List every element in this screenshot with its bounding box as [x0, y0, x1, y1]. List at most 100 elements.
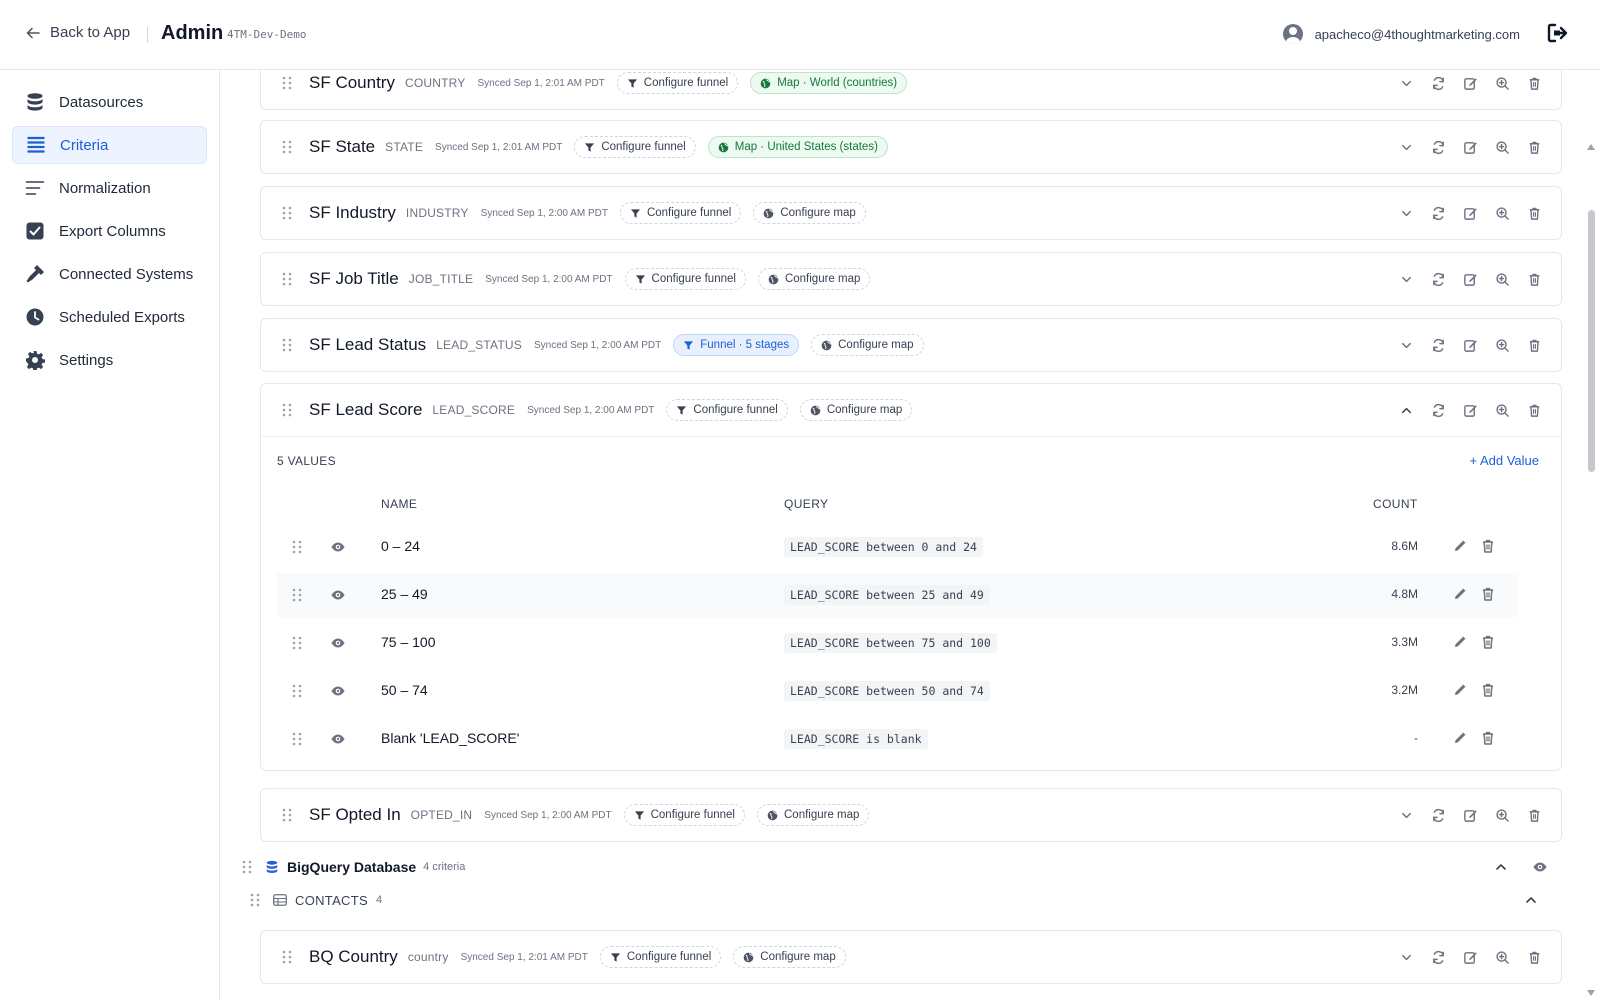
- criterion-header[interactable]: BQ Country country Synced Sep 1, 2:01 AM…: [261, 931, 1561, 983]
- expand-button[interactable]: [1397, 336, 1415, 354]
- sync-button[interactable]: [1429, 270, 1447, 288]
- map-config-button[interactable]: Map · World (countries): [750, 72, 908, 94]
- pencil-icon[interactable]: [1452, 538, 1468, 554]
- eye-icon[interactable]: [1531, 859, 1549, 875]
- sync-button[interactable]: [1429, 74, 1447, 92]
- preview-button[interactable]: [1493, 806, 1511, 824]
- drag-handle-icon[interactable]: [291, 732, 303, 746]
- sidebar-item-datasources[interactable]: Datasources: [12, 83, 207, 121]
- criterion-header[interactable]: SF Country COUNTRY Synced Sep 1, 2:01 AM…: [261, 70, 1561, 109]
- scroll-down-arrow-icon[interactable]: [1586, 988, 1596, 998]
- criterion-header[interactable]: SF Opted In OPTED_IN Synced Sep 1, 2:00 …: [261, 789, 1561, 841]
- sync-button[interactable]: [1429, 948, 1447, 966]
- delete-criterion-button[interactable]: [1525, 74, 1543, 92]
- criterion-header[interactable]: SF Job Title JOB_TITLE Synced Sep 1, 2:0…: [261, 253, 1561, 305]
- table-row[interactable]: Blank 'LEAD_SCORE' LEAD_SCORE is blank -: [277, 717, 1518, 761]
- preview-button[interactable]: [1493, 270, 1511, 288]
- trash-icon[interactable]: [1480, 634, 1496, 650]
- configure-funnel-button[interactable]: Configure funnel: [619, 202, 742, 224]
- drag-handle-icon[interactable]: [281, 206, 293, 220]
- edit-criterion-button[interactable]: [1461, 138, 1479, 156]
- sidebar-item-settings[interactable]: Settings: [12, 341, 207, 379]
- pencil-icon[interactable]: [1452, 586, 1468, 602]
- drag-handle-icon[interactable]: [291, 588, 303, 602]
- preview-button[interactable]: [1493, 401, 1511, 419]
- edit-criterion-button[interactable]: [1461, 948, 1479, 966]
- preview-button[interactable]: [1493, 948, 1511, 966]
- configure-map-button[interactable]: Configure map: [799, 399, 913, 421]
- delete-criterion-button[interactable]: [1525, 204, 1543, 222]
- preview-button[interactable]: [1493, 138, 1511, 156]
- sidebar-item-scheduled-exports[interactable]: Scheduled Exports: [12, 298, 207, 336]
- eye-icon[interactable]: [330, 587, 346, 603]
- edit-criterion-button[interactable]: [1461, 401, 1479, 419]
- table-row[interactable]: 0 – 24 LEAD_SCORE between 0 and 24 8.6M: [277, 525, 1518, 569]
- edit-criterion-button[interactable]: [1461, 204, 1479, 222]
- drag-handle-icon[interactable]: [281, 950, 293, 964]
- trash-icon[interactable]: [1480, 682, 1496, 698]
- trash-icon[interactable]: [1480, 538, 1496, 554]
- expand-button[interactable]: [1397, 138, 1415, 156]
- sync-button[interactable]: [1429, 336, 1447, 354]
- preview-button[interactable]: [1493, 74, 1511, 92]
- pencil-icon[interactable]: [1452, 730, 1468, 746]
- delete-criterion-button[interactable]: [1525, 336, 1543, 354]
- criterion-header[interactable]: SF Industry INDUSTRY Synced Sep 1, 2:00 …: [261, 187, 1561, 239]
- eye-icon[interactable]: [330, 683, 346, 699]
- sync-button[interactable]: [1429, 401, 1447, 419]
- sidebar-item-criteria[interactable]: Criteria: [12, 126, 207, 164]
- chevron-up-icon[interactable]: [1493, 859, 1509, 875]
- sidebar-item-normalization[interactable]: Normalization: [12, 169, 207, 207]
- configure-funnel-button[interactable]: Configure funnel: [574, 136, 696, 158]
- scrollbar-thumb[interactable]: [1588, 210, 1595, 472]
- configure-funnel-button[interactable]: Configure funnel: [623, 804, 745, 826]
- drag-handle-icon[interactable]: [249, 893, 261, 907]
- configure-funnel-button[interactable]: Configure funnel: [624, 268, 746, 290]
- configure-map-button[interactable]: Configure map: [757, 268, 871, 290]
- expand-button[interactable]: [1397, 270, 1415, 288]
- drag-handle-icon[interactable]: [281, 403, 293, 417]
- preview-button[interactable]: [1493, 204, 1511, 222]
- drag-handle-icon[interactable]: [281, 338, 293, 352]
- sync-button[interactable]: [1429, 138, 1447, 156]
- datasource-group-header[interactable]: BigQuery Database 4 criteria: [241, 852, 1571, 882]
- configure-map-button[interactable]: Configure map: [757, 804, 870, 826]
- sync-button[interactable]: [1429, 204, 1447, 222]
- edit-criterion-button[interactable]: [1461, 336, 1479, 354]
- configure-funnel-button[interactable]: Configure funnel: [616, 72, 739, 94]
- add-value-button[interactable]: + Add Value: [1469, 453, 1539, 468]
- drag-handle-icon[interactable]: [281, 76, 293, 90]
- back-to-app-link[interactable]: Back to App: [26, 24, 130, 41]
- user-menu[interactable]: apacheco@4thoughtmarketing.com: [1282, 24, 1520, 44]
- trash-icon[interactable]: [1480, 730, 1496, 746]
- criterion-header[interactable]: SF Lead Status LEAD_STATUS Synced Sep 1,…: [261, 319, 1561, 371]
- eye-icon[interactable]: [330, 731, 346, 747]
- drag-handle-icon[interactable]: [281, 272, 293, 286]
- expand-button[interactable]: [1397, 204, 1415, 222]
- configure-funnel-button[interactable]: Configure funnel: [666, 399, 788, 421]
- trash-icon[interactable]: [1480, 586, 1496, 602]
- delete-criterion-button[interactable]: [1525, 401, 1543, 419]
- drag-handle-icon[interactable]: [241, 860, 253, 874]
- edit-criterion-button[interactable]: [1461, 806, 1479, 824]
- chevron-up-icon[interactable]: [1523, 892, 1539, 908]
- delete-criterion-button[interactable]: [1525, 270, 1543, 288]
- edit-criterion-button[interactable]: [1461, 270, 1479, 288]
- funnel-config-button[interactable]: Funnel · 5 stages: [673, 334, 800, 356]
- criterion-header[interactable]: SF State STATE Synced Sep 1, 2:01 AM PDT…: [261, 121, 1561, 173]
- sync-button[interactable]: [1429, 806, 1447, 824]
- edit-criterion-button[interactable]: [1461, 74, 1479, 92]
- configure-map-button[interactable]: Configure map: [753, 202, 866, 224]
- drag-handle-icon[interactable]: [281, 808, 293, 822]
- map-config-button[interactable]: Map · United States (states): [707, 136, 888, 158]
- eye-icon[interactable]: [330, 635, 346, 651]
- scroll-up-arrow-icon[interactable]: [1586, 142, 1596, 152]
- expand-button[interactable]: [1397, 948, 1415, 966]
- drag-handle-icon[interactable]: [291, 684, 303, 698]
- configure-map-button[interactable]: Configure map: [733, 946, 846, 968]
- collapse-button[interactable]: [1397, 401, 1415, 419]
- eye-icon[interactable]: [330, 539, 346, 555]
- criterion-header[interactable]: SF Lead Score LEAD_SCORE Synced Sep 1, 2…: [261, 384, 1561, 436]
- configure-map-button[interactable]: Configure map: [811, 334, 924, 356]
- delete-criterion-button[interactable]: [1525, 138, 1543, 156]
